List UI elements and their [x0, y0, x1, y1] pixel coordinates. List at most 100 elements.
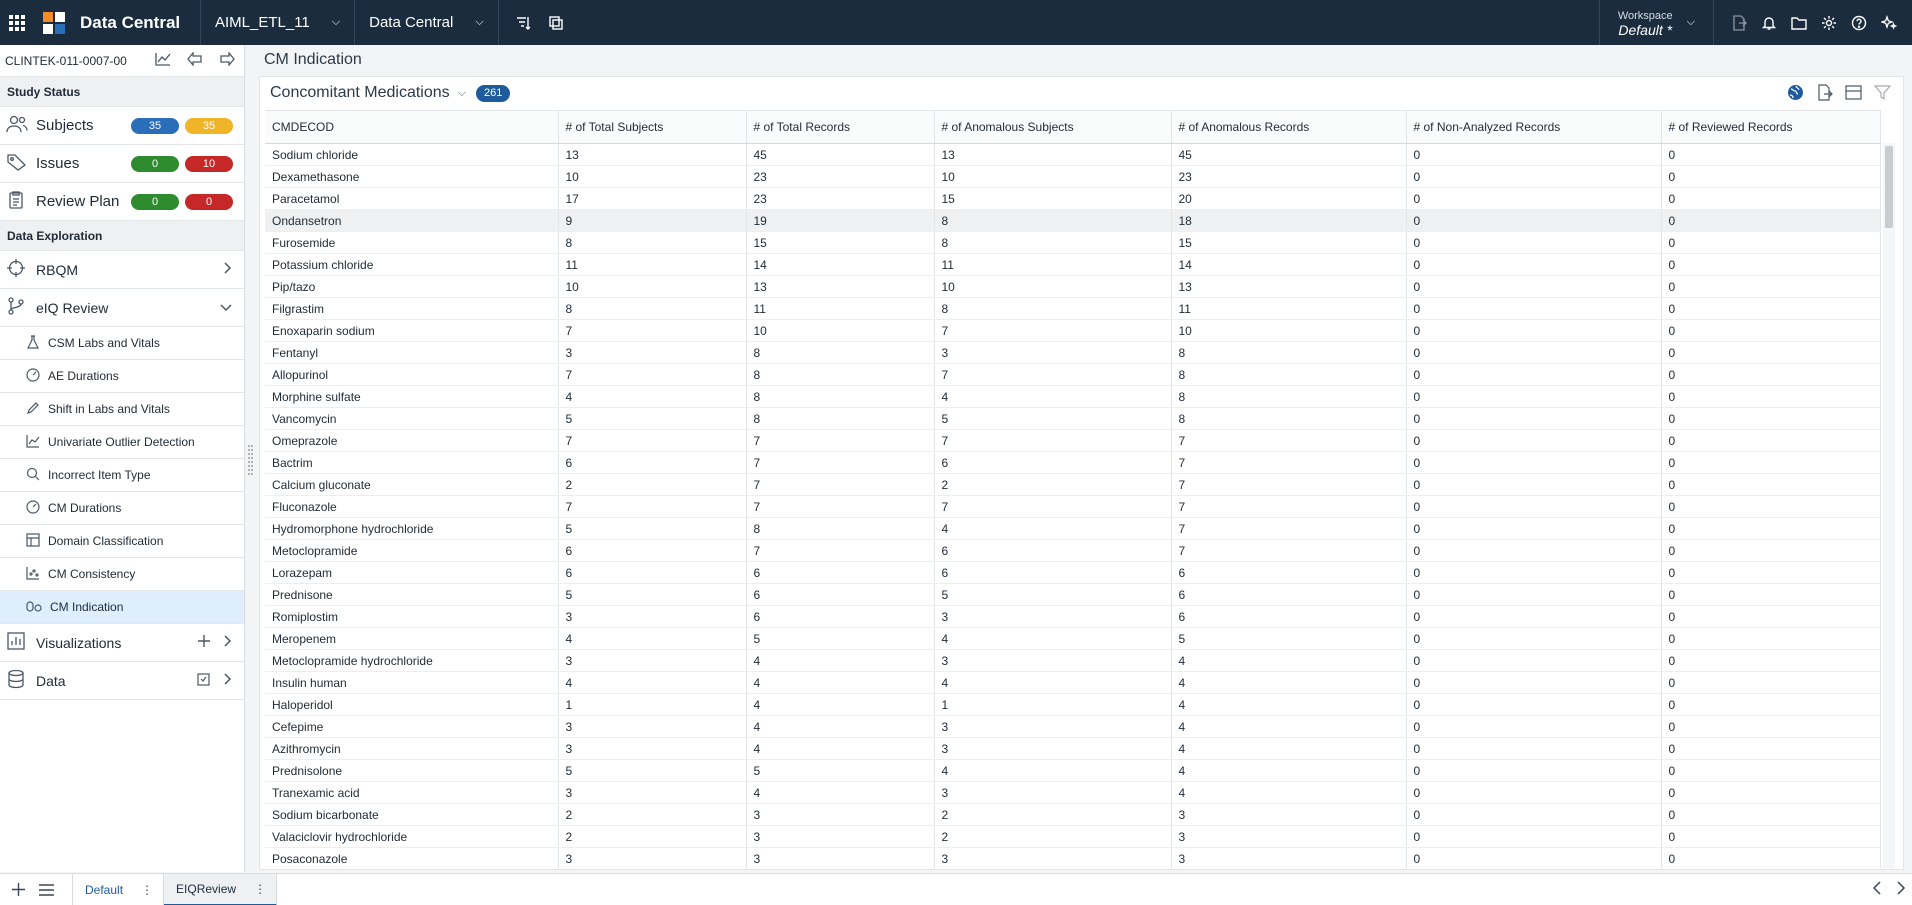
table-row[interactable]: Lorazepam 6 6 6 6 0 0 — [265, 561, 1881, 584]
nav-univariate-outlier[interactable]: Univariate Outlier Detection — [0, 426, 244, 459]
table-row[interactable]: Enoxaparin sodium 7 10 7 10 0 0 — [265, 319, 1881, 342]
status-count-badge[interactable]: 10 — [185, 155, 233, 172]
status-count-badge[interactable]: 0 — [131, 193, 179, 210]
tab-list-icon[interactable] — [32, 883, 60, 896]
nav-domain-classification[interactable]: Domain Classification — [0, 525, 244, 558]
column-header[interactable]: # of Anomalous Records — [1171, 110, 1407, 144]
dataset-select[interactable]: Concomitant Medications — [270, 84, 450, 102]
clipboard-check-icon[interactable] — [197, 672, 210, 689]
column-header[interactable]: # of Total Subjects — [558, 110, 747, 144]
table-row[interactable]: Omeprazole 7 7 7 7 0 0 — [265, 429, 1881, 452]
nav-cm-indication[interactable]: CM Indication — [0, 591, 244, 624]
copy-window-icon[interactable] — [547, 14, 565, 32]
nav-label: Visualizations — [36, 634, 122, 651]
nav-cm-consistency[interactable]: CM Consistency — [0, 558, 244, 591]
nav-data[interactable]: Data — [0, 662, 244, 700]
table-row[interactable]: Pip/tazo 10 13 10 13 0 0 — [265, 275, 1881, 298]
app-grid-icon[interactable] — [0, 0, 34, 45]
table-row[interactable]: Meropenem 4 5 4 5 0 0 — [265, 627, 1881, 650]
table-cell: Metoclopramide — [265, 539, 559, 562]
chevron-left-icon[interactable] — [1872, 881, 1882, 898]
table-row[interactable]: Sodium chloride 13 45 13 45 0 0 — [265, 143, 1881, 166]
table-row[interactable]: Valaciclovir hydrochloride 2 3 2 3 0 0 — [265, 825, 1881, 848]
nav-visualizations[interactable]: Visualizations — [0, 624, 244, 662]
more-vertical-icon[interactable]: ⋮ — [141, 883, 153, 897]
nav-incorrect-item-type[interactable]: Incorrect Item Type — [0, 459, 244, 492]
table-icon — [26, 532, 40, 550]
status-issues[interactable]: Issues 0 10 — [0, 145, 244, 183]
nav-csm-labs-vitals[interactable]: CSM Labs and Vitals — [0, 327, 244, 360]
project-select[interactable]: AIML_ETL_11 ⌵ — [200, 0, 354, 45]
table-row[interactable]: Paracetamol 17 23 15 20 0 0 — [265, 187, 1881, 210]
gear-icon[interactable] — [1820, 14, 1838, 32]
globe-icon[interactable] — [1787, 84, 1804, 104]
status-count-badge[interactable]: 0 — [131, 155, 179, 172]
table-row[interactable]: Dexamethasone 10 23 10 23 0 0 — [265, 165, 1881, 188]
chevron-down-icon[interactable]: ⌵ — [458, 87, 466, 100]
more-vertical-icon[interactable]: ⋮ — [254, 882, 266, 896]
tab-default[interactable]: Default ⋮ — [72, 873, 165, 905]
column-header[interactable]: # of Anomalous Subjects — [934, 110, 1172, 144]
chevron-right-icon[interactable] — [1896, 881, 1906, 898]
table-row[interactable]: Bactrim 6 7 6 7 0 0 — [265, 451, 1881, 474]
table-row[interactable]: Metoclopramide 6 7 6 7 0 0 — [265, 539, 1881, 562]
table-row[interactable]: Cefepime 3 4 3 4 0 0 — [265, 715, 1881, 738]
column-header[interactable]: # of Total Records — [746, 110, 935, 144]
filter-icon[interactable] — [1873, 84, 1892, 104]
workspace-select[interactable]: Workspace Default * ⌵ — [1598, 0, 1714, 45]
column-header[interactable]: # of Non-Analyzed Records — [1406, 110, 1662, 144]
folder-icon[interactable] — [1790, 14, 1808, 32]
export-file-icon[interactable] — [1816, 84, 1833, 104]
table-row[interactable]: Potassium chloride 11 14 11 14 0 0 — [265, 253, 1881, 276]
table-row[interactable]: Calcium gluconate 2 7 2 7 0 0 — [265, 473, 1881, 496]
arrow-right-icon[interactable] — [219, 51, 235, 69]
table-row[interactable]: Hydromorphone hydrochloride 5 8 4 7 0 0 — [265, 517, 1881, 540]
table-row[interactable]: Prednisolone 5 5 4 4 0 0 — [265, 759, 1881, 782]
table-row[interactable]: Romiplostim 3 6 3 6 0 0 — [265, 605, 1881, 628]
scrollbar-thumb[interactable] — [1885, 146, 1893, 228]
plus-icon[interactable] — [198, 635, 210, 650]
help-icon[interactable] — [1850, 14, 1868, 32]
table-row[interactable]: Haloperidol 1 4 1 4 0 0 — [265, 693, 1881, 716]
table-row[interactable]: Fluconazole 7 7 7 7 0 0 — [265, 495, 1881, 518]
column-header[interactable]: CMDECOD — [265, 110, 559, 144]
status-count-badge[interactable]: 35 — [185, 117, 233, 134]
table-row[interactable]: Posaconazole 3 3 3 3 0 0 — [265, 847, 1881, 868]
table-row[interactable]: Fentanyl 3 8 3 8 0 0 — [265, 341, 1881, 364]
nav-cm-durations[interactable]: CM Durations — [0, 492, 244, 525]
status-count-badge[interactable]: 0 — [185, 193, 233, 210]
table-row[interactable]: Tranexamic acid 3 4 3 4 0 0 — [265, 781, 1881, 804]
table-row[interactable]: Azithromycin 3 4 3 4 0 0 — [265, 737, 1881, 760]
vertical-scrollbar[interactable] — [1883, 143, 1895, 868]
trend-chart-icon[interactable] — [155, 52, 171, 69]
nav-shift-labs-vitals[interactable]: Shift in Labs and Vitals — [0, 393, 244, 426]
sidebar-resize-handle[interactable] — [248, 444, 253, 476]
nav-rbqm[interactable]: RBQM — [0, 251, 244, 289]
export-icon[interactable] — [1730, 14, 1748, 32]
table-row[interactable]: Filgrastim 8 11 8 11 0 0 — [265, 297, 1881, 320]
nav-eiq-review[interactable]: eIQ Review — [0, 289, 244, 327]
status-count-badge[interactable]: 35 — [131, 117, 179, 134]
table-row[interactable]: Vancomycin 5 8 5 8 0 0 — [265, 407, 1881, 430]
sparkle-ai-icon[interactable] — [1880, 14, 1898, 32]
status-review-plan[interactable]: Review Plan 0 0 — [0, 183, 244, 221]
table-row[interactable]: Ondansetron 9 19 8 18 0 0 — [265, 209, 1881, 232]
arrow-left-icon[interactable] — [187, 51, 203, 69]
layout-split-icon[interactable] — [1845, 84, 1862, 104]
table-row[interactable]: Morphine sulfate 4 8 4 8 0 0 — [265, 385, 1881, 408]
table-row[interactable]: Furosemide 8 15 8 15 0 0 — [265, 231, 1881, 254]
filter-list-icon[interactable] — [515, 14, 533, 32]
bell-icon[interactable] — [1760, 14, 1778, 32]
table-row[interactable]: Allopurinol 7 8 7 8 0 0 — [265, 363, 1881, 386]
column-header[interactable]: # of Reviewed Records — [1661, 110, 1881, 144]
module-select[interactable]: Data Central ⌵ — [354, 0, 498, 45]
status-subjects[interactable]: Subjects 35 35 — [0, 107, 244, 145]
table-row[interactable]: Prednisone 5 6 5 6 0 0 — [265, 583, 1881, 606]
add-tab-icon[interactable] — [4, 883, 32, 896]
table-row[interactable]: Metoclopramide hydrochloride 3 4 3 4 0 0 — [265, 649, 1881, 672]
table-cell: 4 — [934, 385, 1172, 408]
nav-ae-durations[interactable]: AE Durations — [0, 360, 244, 393]
tab-eiqreview[interactable]: EIQReview ⋮ — [164, 873, 278, 905]
table-row[interactable]: Sodium bicarbonate 2 3 2 3 0 0 — [265, 803, 1881, 826]
table-row[interactable]: Insulin human 4 4 4 4 0 0 — [265, 671, 1881, 694]
